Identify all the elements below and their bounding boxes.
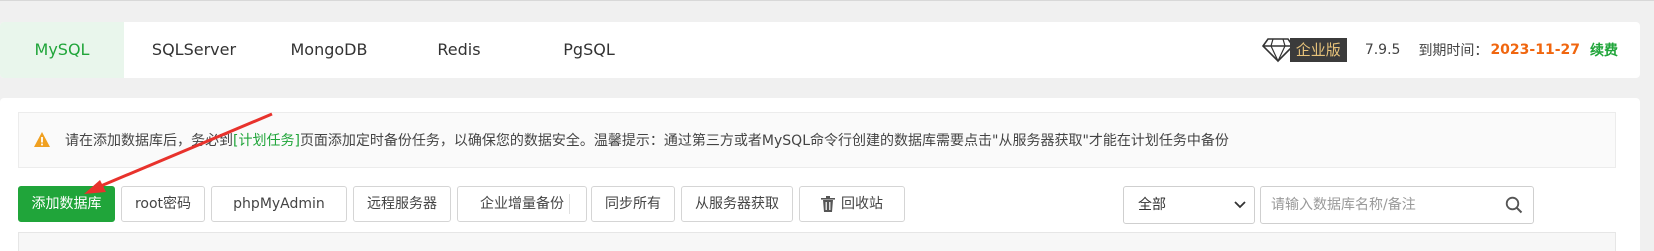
top-border <box>0 0 1654 4</box>
recycle-bin-button[interactable]: 回收站 <box>799 186 905 222</box>
trash-icon <box>821 196 835 212</box>
search-box <box>1260 186 1534 224</box>
backup-notice: 请在添加数据库后，务必到 [计划任务] 页面添加定时备份任务，以确保您的数据安全。温… <box>18 112 1616 168</box>
incremental-backup-button[interactable]: 企业增量备份 <box>457 186 587 222</box>
tab-mysql[interactable]: MySQL <box>0 22 124 78</box>
add-database-button[interactable]: 添加数据库 <box>18 186 115 222</box>
tab-pgsql[interactable]: PgSQL <box>524 22 654 78</box>
license-info: 企业版 7.9.5 到期时间： 2023-11-27 续费 <box>1261 22 1618 78</box>
search-input[interactable] <box>1261 187 1493 223</box>
warning-icon <box>34 132 50 147</box>
tab-sqlserver[interactable]: SQLServer <box>124 22 264 78</box>
table-header-edge <box>18 232 1616 251</box>
fetch-from-server-button[interactable]: 从服务器获取 <box>681 186 793 222</box>
root-password-button[interactable]: root密码 <box>121 186 205 222</box>
database-panel: 请在添加数据库后，务必到 [计划任务] 页面添加定时备份任务，以确保您的数据安全。温… <box>0 98 1640 251</box>
sync-all-button[interactable]: 同步所有 <box>591 186 675 222</box>
tab-redis[interactable]: Redis <box>394 22 524 78</box>
cron-task-link[interactable]: [计划任务] <box>233 130 300 150</box>
notice-text-after: 页面添加定时备份任务，以确保您的数据安全。温馨提示：通过第三方或者MySQL命令… <box>299 133 1229 149</box>
phpmyadmin-button[interactable]: phpMyAdmin <box>211 186 347 222</box>
renew-link[interactable]: 续费 <box>1590 40 1618 60</box>
tab-mongodb[interactable]: MongoDB <box>264 22 394 78</box>
category-select[interactable]: 全部 <box>1123 186 1255 224</box>
database-type-tabs: MySQL SQLServer MongoDB Redis PgSQL 企业版 … <box>0 22 1640 78</box>
expire-date: 2023-11-27 <box>1490 42 1580 58</box>
search-icon[interactable] <box>1505 196 1523 214</box>
recycle-bin-label: 回收站 <box>841 196 883 212</box>
category-select-value: 全部 <box>1138 197 1166 213</box>
edition-badge: 企业版 <box>1289 38 1347 62</box>
chevron-down-icon <box>1234 201 1246 209</box>
remote-server-button[interactable]: 远程服务器 <box>353 186 451 222</box>
toolbar: 添加数据库 root密码 phpMyAdmin 远程服务器 企业增量备份 同步所… <box>18 186 1616 224</box>
expire-label: 到期时间： <box>1418 43 1489 59</box>
notice-text-before: 请在添加数据库后，务必到 <box>65 133 233 149</box>
toolbar-divider <box>569 194 570 214</box>
version-number: 7.9.5 <box>1364 42 1401 58</box>
